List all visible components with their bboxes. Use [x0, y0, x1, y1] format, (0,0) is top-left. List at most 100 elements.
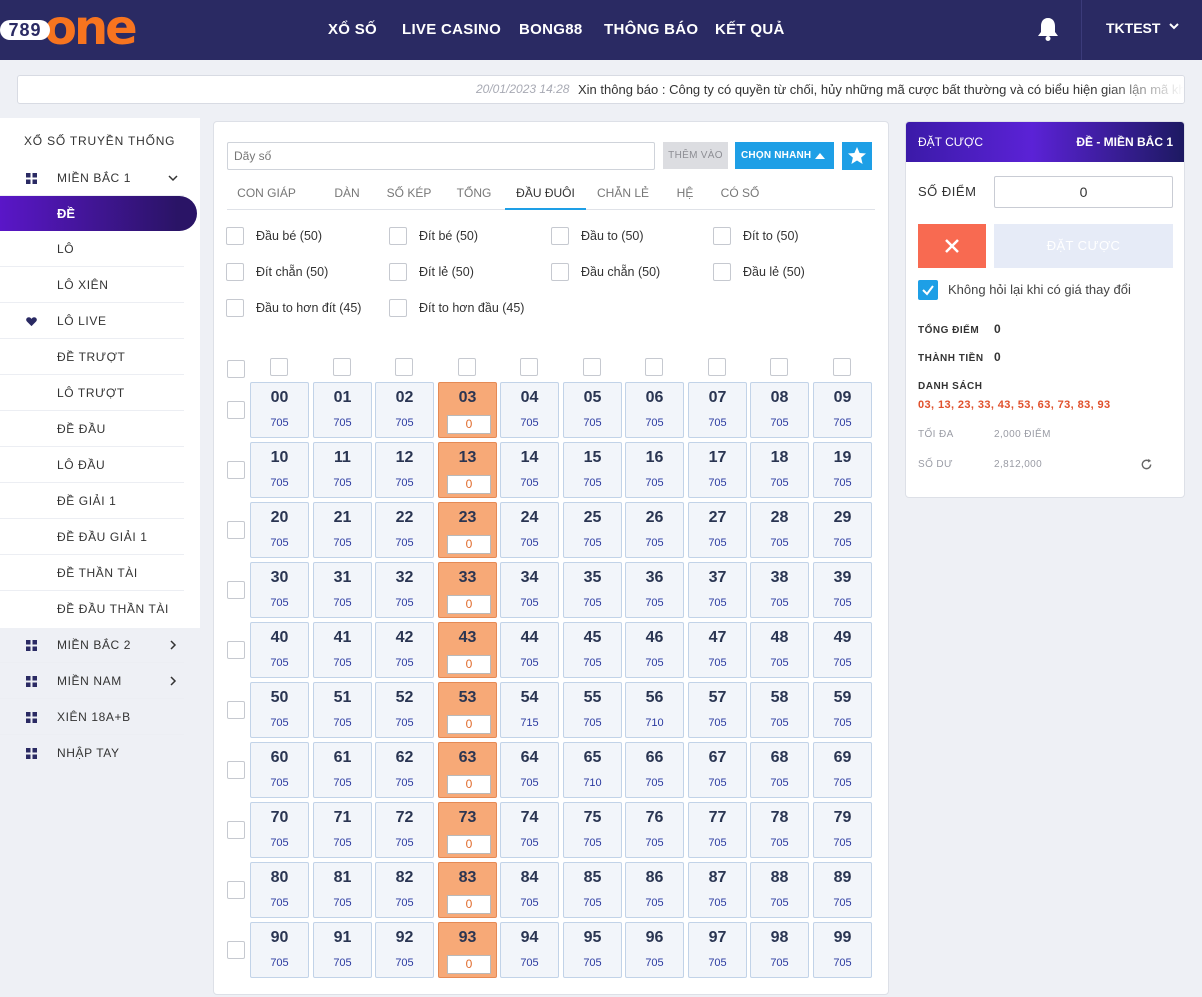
- number-sequence-input[interactable]: [227, 142, 655, 170]
- number-cell[interactable]: 71 705: [313, 802, 372, 858]
- number-cell[interactable]: 78 705: [750, 802, 809, 858]
- number-cell[interactable]: 68 705: [750, 742, 809, 798]
- number-cell[interactable]: 79 705: [813, 802, 872, 858]
- number-cell[interactable]: 62 705: [375, 742, 434, 798]
- nav-live-casino[interactable]: LIVE CASINO: [402, 0, 501, 60]
- nav-thong-bao[interactable]: THÔNG BÁO: [604, 0, 698, 60]
- row-checkbox[interactable]: [227, 641, 245, 659]
- number-cell[interactable]: 42 705: [375, 622, 434, 678]
- number-cell[interactable]: 56 710: [625, 682, 684, 738]
- number-cell[interactable]: 46 705: [625, 622, 684, 678]
- column-checkbox[interactable]: [395, 358, 413, 376]
- column-checkbox[interactable]: [645, 358, 663, 376]
- number-cell[interactable]: 05 705: [563, 382, 622, 438]
- number-cell[interactable]: 69 705: [813, 742, 872, 798]
- number-cell[interactable]: 91 705: [313, 922, 372, 978]
- row-checkbox[interactable]: [227, 461, 245, 479]
- number-cell[interactable]: 21 705: [313, 502, 372, 558]
- number-cell[interactable]: 24 705: [500, 502, 559, 558]
- number-cell[interactable]: 82 705: [375, 862, 434, 918]
- number-cell[interactable]: 73 0: [438, 802, 497, 858]
- number-amount-input[interactable]: 0: [447, 895, 491, 914]
- number-cell[interactable]: 84 705: [500, 862, 559, 918]
- number-cell[interactable]: 54 715: [500, 682, 559, 738]
- tab-dan[interactable]: DÀN: [324, 180, 370, 210]
- number-cell[interactable]: 02 705: [375, 382, 434, 438]
- number-cell[interactable]: 96 705: [625, 922, 684, 978]
- sidebar-item-lo-xien[interactable]: LÔ XIÊN: [0, 267, 184, 303]
- number-amount-input[interactable]: 0: [447, 955, 491, 974]
- column-checkbox[interactable]: [270, 358, 288, 376]
- sidebar-item-de-truot[interactable]: ĐỀ TRƯỢT: [0, 339, 184, 375]
- number-cell[interactable]: 49 705: [813, 622, 872, 678]
- refresh-icon[interactable]: [1140, 458, 1153, 471]
- number-cell[interactable]: 11 705: [313, 442, 372, 498]
- number-cell[interactable]: 17 705: [688, 442, 747, 498]
- number-cell[interactable]: 39 705: [813, 562, 872, 618]
- number-cell[interactable]: 09 705: [813, 382, 872, 438]
- number-cell[interactable]: 37 705: [688, 562, 747, 618]
- number-cell[interactable]: 08 705: [750, 382, 809, 438]
- row-checkbox[interactable]: [227, 401, 245, 419]
- number-cell[interactable]: 29 705: [813, 502, 872, 558]
- number-cell[interactable]: 67 705: [688, 742, 747, 798]
- number-cell[interactable]: 19 705: [813, 442, 872, 498]
- option-checkbox[interactable]: [713, 227, 731, 245]
- nav-xo-so[interactable]: XỔ SỐ: [328, 0, 377, 60]
- number-cell[interactable]: 58 705: [750, 682, 809, 738]
- number-cell[interactable]: 31 705: [313, 562, 372, 618]
- column-checkbox[interactable]: [708, 358, 726, 376]
- number-cell[interactable]: 23 0: [438, 502, 497, 558]
- option-checkbox[interactable]: [389, 263, 407, 281]
- number-amount-input[interactable]: 0: [447, 535, 491, 554]
- number-cell[interactable]: 40 705: [250, 622, 309, 678]
- number-cell[interactable]: 38 705: [750, 562, 809, 618]
- number-amount-input[interactable]: 0: [447, 775, 491, 794]
- tab-so-kep[interactable]: SỐ KÉP: [382, 180, 436, 210]
- number-cell[interactable]: 89 705: [813, 862, 872, 918]
- number-cell[interactable]: 10 705: [250, 442, 309, 498]
- column-checkbox[interactable]: [458, 358, 476, 376]
- user-menu[interactable]: TKTEST: [1106, 0, 1160, 56]
- number-cell[interactable]: 74 705: [500, 802, 559, 858]
- number-cell[interactable]: 53 0: [438, 682, 497, 738]
- number-cell[interactable]: 47 705: [688, 622, 747, 678]
- number-cell[interactable]: 97 705: [688, 922, 747, 978]
- number-amount-input[interactable]: 0: [447, 415, 491, 434]
- number-cell[interactable]: 72 705: [375, 802, 434, 858]
- option-checkbox[interactable]: [389, 299, 407, 317]
- confirm-price-checkbox[interactable]: [918, 280, 938, 300]
- row-checkbox[interactable]: [227, 941, 245, 959]
- number-cell[interactable]: 44 705: [500, 622, 559, 678]
- number-amount-input[interactable]: 0: [447, 655, 491, 674]
- number-amount-input[interactable]: 0: [447, 595, 491, 614]
- tab-tong[interactable]: TỔNG: [449, 180, 499, 210]
- row-checkbox[interactable]: [227, 581, 245, 599]
- number-cell[interactable]: 60 705: [250, 742, 309, 798]
- chevron-down-icon[interactable]: [1168, 20, 1180, 32]
- number-amount-input[interactable]: 0: [447, 475, 491, 494]
- number-cell[interactable]: 94 705: [500, 922, 559, 978]
- number-cell[interactable]: 20 705: [250, 502, 309, 558]
- row-checkbox[interactable]: [227, 521, 245, 539]
- column-checkbox[interactable]: [770, 358, 788, 376]
- number-cell[interactable]: 95 705: [563, 922, 622, 978]
- number-cell[interactable]: 01 705: [313, 382, 372, 438]
- number-amount-input[interactable]: 0: [447, 715, 491, 734]
- tab-he[interactable]: HỆ: [665, 180, 705, 210]
- number-cell[interactable]: 90 705: [250, 922, 309, 978]
- number-cell[interactable]: 03 0: [438, 382, 497, 438]
- score-input[interactable]: 0: [994, 176, 1173, 208]
- number-cell[interactable]: 27 705: [688, 502, 747, 558]
- number-cell[interactable]: 59 705: [813, 682, 872, 738]
- number-cell[interactable]: 86 705: [625, 862, 684, 918]
- tab-co-so[interactable]: CÓ SỐ: [715, 180, 765, 210]
- quick-select-button[interactable]: CHỌN NHANH: [735, 142, 834, 169]
- sidebar-item-lo-dau[interactable]: LÔ ĐẦU: [0, 447, 184, 483]
- number-cell[interactable]: 13 0: [438, 442, 497, 498]
- column-checkbox[interactable]: [583, 358, 601, 376]
- favorite-button[interactable]: [842, 142, 872, 170]
- number-cell[interactable]: 87 705: [688, 862, 747, 918]
- number-cell[interactable]: 34 705: [500, 562, 559, 618]
- number-cell[interactable]: 65 710: [563, 742, 622, 798]
